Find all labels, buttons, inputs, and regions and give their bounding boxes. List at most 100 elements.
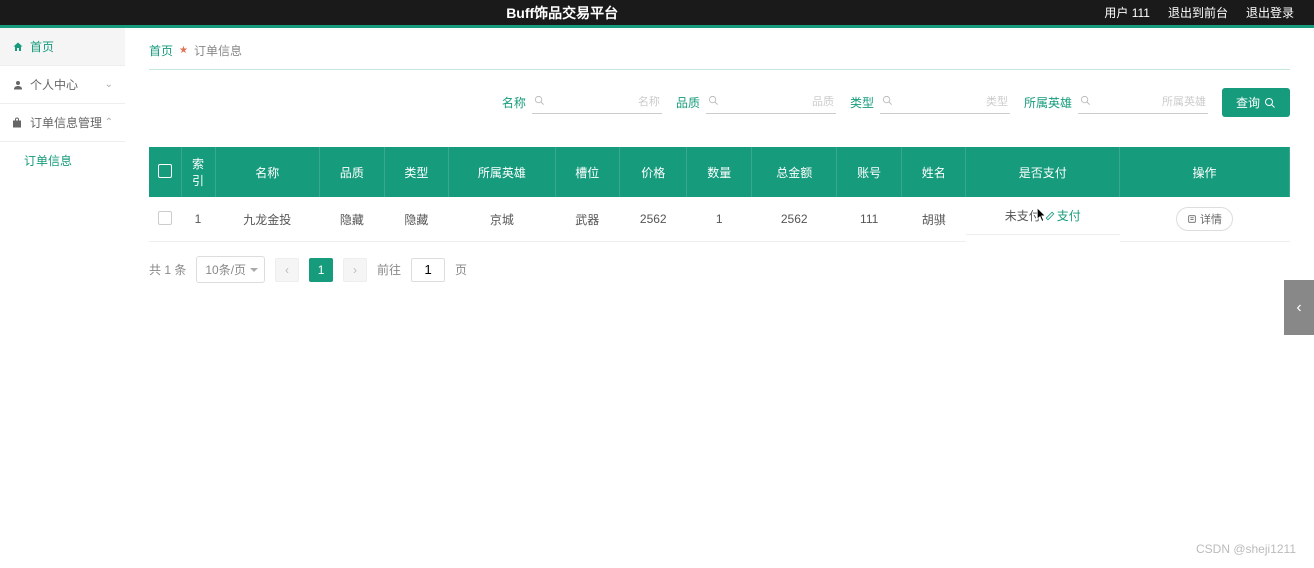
pagination-total: 共 1 条 [149, 261, 186, 278]
main-content: 首页 ★ 订单信息 名称 品质 [125, 28, 1314, 297]
td-hero: 京城 [449, 197, 555, 242]
page-size-select[interactable]: 10条/页 [196, 256, 265, 283]
sidebar-item-home[interactable]: 首页 [0, 28, 125, 66]
search-icon [1080, 95, 1091, 109]
back-to-front-link[interactable]: 退出到前台 [1168, 4, 1228, 21]
breadcrumb-separator-icon: ★ [179, 45, 188, 56]
th-name: 名称 [215, 147, 320, 197]
edit-icon [1045, 211, 1055, 221]
app-title: Buff饰品交易平台 [20, 3, 1104, 23]
search-wrap-type [880, 91, 1010, 114]
detail-button-label: 详情 [1200, 211, 1222, 227]
breadcrumb: 首页 ★ 订单信息 [149, 42, 1290, 59]
breadcrumb-home[interactable]: 首页 [149, 42, 173, 59]
td-action: 详情 [1120, 197, 1290, 242]
page-number-button[interactable]: 1 [309, 258, 333, 282]
chevron-down-icon: ⌄ [105, 79, 113, 90]
table-row: 1 九龙金投 隐藏 隐藏 京城 武器 2562 1 2562 111 胡骐 未支… [149, 197, 1290, 242]
td-type: 隐藏 [384, 197, 449, 242]
sidebar-item-order-mgmt[interactable]: 订单信息管理 ⌃ [0, 104, 125, 142]
search-icon [1264, 97, 1276, 109]
td-account: 111 [837, 197, 902, 242]
chevron-up-icon: ⌃ [105, 117, 113, 128]
page-size-value: 10条/页 [205, 263, 246, 277]
td-index: 1 [181, 197, 215, 242]
th-type: 类型 [384, 147, 449, 197]
detail-button[interactable]: 详情 [1176, 207, 1233, 231]
th-price: 价格 [620, 147, 687, 197]
search-button[interactable]: 查询 [1222, 88, 1290, 117]
search-label-quality: 品质 [676, 94, 700, 111]
th-account: 账号 [837, 147, 902, 197]
search-input-name[interactable] [549, 96, 660, 108]
search-label-hero: 所属英雄 [1024, 94, 1072, 111]
sidebar-order-info-label: 订单信息 [24, 154, 72, 168]
search-input-hero[interactable] [1095, 96, 1206, 108]
sidebar: 首页 个人中心 ⌄ 订单信息管理 ⌃ 订单信息 [0, 28, 125, 297]
search-group-quality: 品质 [676, 91, 836, 114]
sidebar-sub-order-info[interactable]: 订单信息 [0, 142, 125, 179]
bag-icon [12, 117, 24, 129]
th-quality: 品质 [320, 147, 385, 197]
th-paid: 是否支付 [966, 147, 1120, 197]
divider [149, 69, 1290, 70]
side-panel-handle[interactable]: ‹ [1284, 280, 1314, 335]
pay-link[interactable]: 支付 [1045, 207, 1081, 224]
page-jump-input[interactable] [411, 258, 445, 282]
search-input-quality[interactable] [723, 96, 834, 108]
td-paid: 未支付 支付 [966, 197, 1120, 235]
search-wrap-name [532, 91, 662, 114]
search-icon [882, 95, 893, 109]
search-group-name: 名称 [502, 91, 662, 114]
search-group-type: 类型 [850, 91, 1010, 114]
th-hero: 所属英雄 [449, 147, 555, 197]
user-icon [12, 79, 24, 91]
td-price: 2562 [620, 197, 687, 242]
search-button-label: 查询 [1236, 94, 1260, 111]
page-suffix: 页 [455, 261, 467, 278]
td-qty: 1 [687, 197, 752, 242]
app-header: Buff饰品交易平台 用户 111 退出到前台 退出登录 [0, 0, 1314, 25]
th-qty: 数量 [687, 147, 752, 197]
table-header-row: 索引 名称 品质 类型 所属英雄 槽位 价格 数量 总金额 账号 姓名 是否支付… [149, 147, 1290, 197]
td-username: 胡骐 [901, 197, 966, 242]
search-icon [708, 95, 719, 109]
search-label-name: 名称 [502, 94, 526, 111]
checkbox-all[interactable] [158, 164, 172, 178]
search-label-type: 类型 [850, 94, 874, 111]
th-checkbox [149, 147, 181, 197]
home-icon [12, 41, 24, 53]
header-actions: 用户 111 退出到前台 退出登录 [1104, 4, 1294, 21]
search-bar: 名称 品质 类型 [149, 88, 1290, 117]
td-checkbox [149, 197, 181, 242]
td-total: 2562 [751, 197, 836, 242]
th-action: 操作 [1120, 147, 1290, 197]
pay-link-label: 支付 [1057, 207, 1081, 224]
td-quality: 隐藏 [320, 197, 385, 242]
td-slot: 武器 [555, 197, 620, 242]
user-label[interactable]: 用户 111 [1104, 4, 1150, 21]
sidebar-order-mgmt-label: 订单信息管理 [30, 114, 102, 131]
watermark: CSDN @sheji1211 [1196, 542, 1296, 556]
row-checkbox[interactable] [158, 211, 172, 225]
td-name: 九龙金投 [215, 197, 320, 242]
prev-page-button[interactable]: ‹ [275, 258, 299, 282]
page-number: 1 [318, 263, 325, 277]
search-group-hero: 所属英雄 [1024, 91, 1208, 114]
search-wrap-hero [1078, 91, 1208, 114]
pagination: 共 1 条 10条/页 ‹ 1 › 前往 页 [149, 256, 1290, 283]
order-table: 索引 名称 品质 类型 所属英雄 槽位 价格 数量 总金额 账号 姓名 是否支付… [149, 147, 1290, 242]
paid-status: 未支付 [1005, 207, 1041, 224]
logout-link[interactable]: 退出登录 [1246, 4, 1294, 21]
next-page-button[interactable]: › [343, 258, 367, 282]
sidebar-item-profile[interactable]: 个人中心 ⌄ [0, 66, 125, 104]
search-input-type[interactable] [897, 96, 1008, 108]
chevron-left-icon: ‹ [1296, 299, 1301, 317]
th-index: 索引 [181, 147, 215, 197]
sidebar-home-label: 首页 [30, 38, 54, 55]
th-total: 总金额 [751, 147, 836, 197]
detail-icon [1187, 214, 1197, 224]
breadcrumb-current: 订单信息 [194, 42, 242, 59]
search-icon [534, 95, 545, 109]
search-wrap-quality [706, 91, 836, 114]
